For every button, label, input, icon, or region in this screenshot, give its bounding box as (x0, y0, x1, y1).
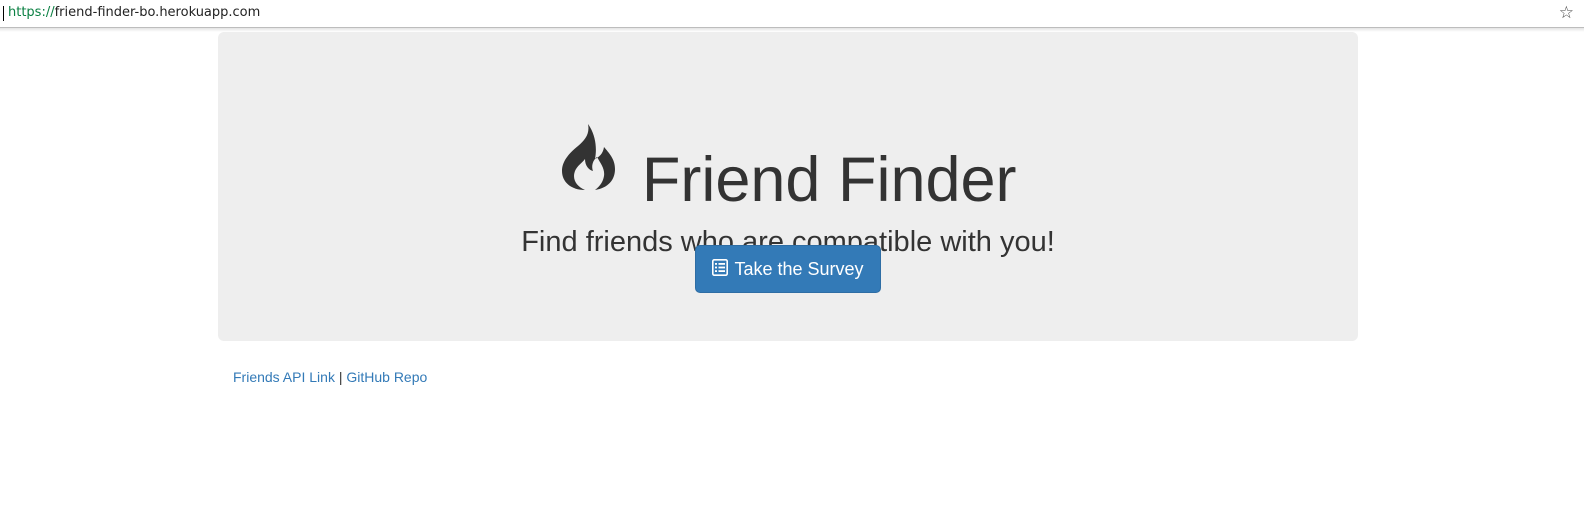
text-cursor (3, 6, 4, 21)
list-alt-icon (712, 259, 729, 276)
jumbotron: Friend Finder Find friends who are compa… (218, 32, 1358, 341)
url-scheme: https:// (8, 5, 55, 20)
browser-address-bar[interactable]: https://friend-finder-bo.herokuapp.com ☆ (0, 0, 1584, 28)
take-survey-button[interactable]: Take the Survey (695, 245, 881, 293)
star-outline-icon[interactable]: ☆ (1559, 3, 1574, 23)
footer-links: Friends API Link | GitHub Repo (233, 367, 427, 387)
take-survey-label: Take the Survey (734, 259, 864, 279)
github-repo-link[interactable]: GitHub Repo (346, 369, 427, 385)
page-title: Friend Finder (641, 144, 1017, 215)
fire-icon (562, 124, 616, 190)
url-host: friend-finder-bo.herokuapp.com (54, 5, 261, 20)
title-row: Friend Finder (218, 124, 1358, 218)
friends-api-link[interactable]: Friends API Link (233, 369, 335, 385)
link-separator: | (338, 369, 343, 385)
url-field[interactable]: https://friend-finder-bo.herokuapp.com (8, 5, 260, 21)
